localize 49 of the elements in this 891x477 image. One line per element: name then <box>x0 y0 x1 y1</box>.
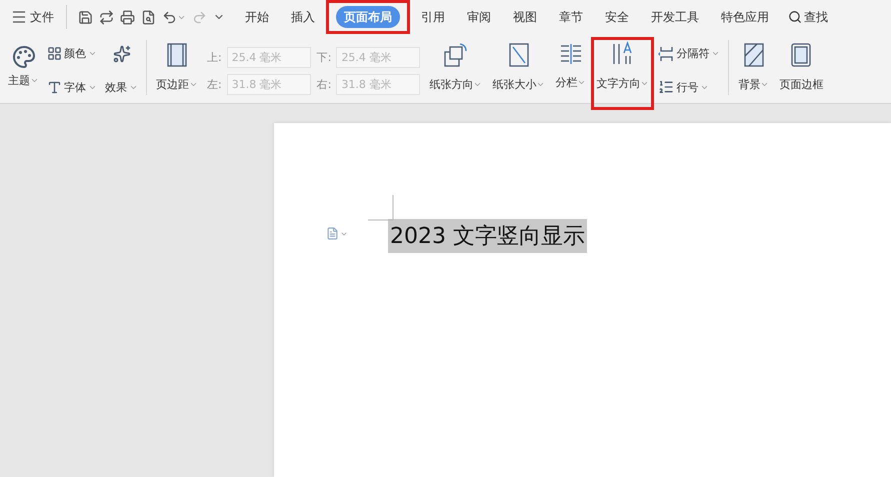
menu-tab[interactable]: 引用 <box>416 6 450 28</box>
margin-label: 左: <box>207 76 222 92</box>
ribbon-button[interactable]: 纸张方向 <box>424 38 488 98</box>
menu-tab[interactable]: 安全 <box>600 6 634 28</box>
ribbon-button[interactable]: 分栏 <box>550 38 592 98</box>
ribbon-button[interactable]: 文字方向 <box>591 37 654 110</box>
undo-icon <box>162 10 177 24</box>
theme-button[interactable]: 主题 <box>6 42 41 98</box>
search-icon <box>788 10 802 24</box>
caret-icon <box>536 80 546 89</box>
palette-icon <box>12 44 36 68</box>
line-numbers-icon <box>658 79 674 96</box>
caret-icon <box>760 80 770 89</box>
ribbon-button[interactable]: 行号 <box>656 74 722 100</box>
menu-tab[interactable]: 特色应用 <box>716 6 774 28</box>
ribbon-button[interactable]: 分隔符 <box>656 40 722 67</box>
corner-mark <box>368 195 394 221</box>
page-border-icon <box>790 42 812 68</box>
caret-icon <box>640 79 650 88</box>
menu-tab[interactable]: 插入 <box>286 6 320 28</box>
margin-label: 右: <box>316 76 332 92</box>
caret-icon <box>189 80 198 89</box>
menu-tab[interactable]: 开始 <box>240 6 274 28</box>
rotate-page-icon <box>442 42 469 68</box>
grid-icon <box>47 46 62 62</box>
ribbon-button[interactable]: 页面边框 <box>774 38 828 98</box>
page-size-icon <box>508 42 530 68</box>
caret-icon <box>473 80 482 89</box>
margin-label: 上: <box>207 50 222 64</box>
ribbon-button[interactable]: 背景 <box>733 38 774 98</box>
ribbon-button[interactable]: 纸张大小 <box>487 38 550 98</box>
search-button[interactable]: 查找 <box>780 8 828 26</box>
menu-tab[interactable]: 审阅 <box>462 6 496 28</box>
document-text: 2023 文字竖向显示 <box>388 219 587 253</box>
menu-tab[interactable]: 开发工具 <box>646 6 704 28</box>
menu-tab[interactable]: 视图 <box>508 6 542 28</box>
page-background-icon <box>742 42 765 68</box>
page-break-icon <box>658 46 674 62</box>
margin-label: 下: <box>316 50 332 64</box>
font-icon <box>47 80 62 95</box>
page-margin-icon <box>166 42 188 68</box>
caret-icon <box>577 78 586 87</box>
font-button[interactable]: 字体 <box>45 74 99 100</box>
menu-tab[interactable]: 章节 <box>554 6 588 28</box>
effect-button[interactable]: 效果 <box>103 74 140 100</box>
color-button[interactable]: 颜色 <box>45 40 99 67</box>
file-menu-button[interactable]: 文件 <box>8 4 58 30</box>
columns-icon <box>558 42 583 66</box>
menu-icon <box>12 11 26 23</box>
